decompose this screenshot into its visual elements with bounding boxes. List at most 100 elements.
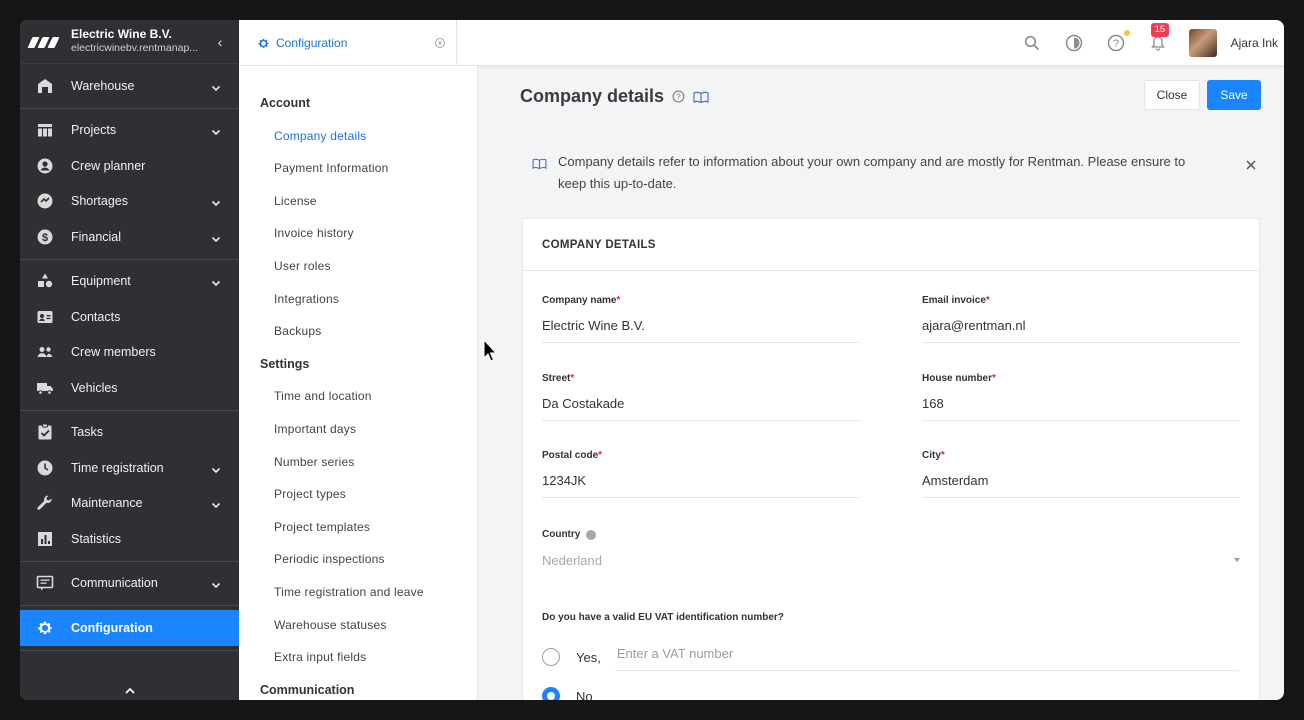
- nav-group: Warehouse: [20, 64, 239, 109]
- chevron-down-icon[interactable]: [211, 578, 221, 589]
- city-field[interactable]: City* Amsterdam: [922, 450, 1240, 498]
- nav-item-contacts[interactable]: Contacts: [20, 299, 239, 335]
- country-field[interactable]: Country Nederland: [542, 529, 1240, 582]
- nav-group: Tasks Time registration Maintenance Statist…: [20, 411, 239, 562]
- nav-item-shortages[interactable]: Shortages: [20, 184, 239, 220]
- nav-item-warehouse[interactable]: Warehouse: [20, 68, 239, 104]
- email-invoice-field[interactable]: Email invoice* ajara@rentman.nl: [922, 295, 1240, 343]
- postal-code-input[interactable]: 1234JK: [542, 472, 860, 498]
- vat-no-option[interactable]: No: [542, 687, 593, 700]
- email-invoice-input[interactable]: ajara@rentman.nl: [922, 317, 1240, 343]
- user-name[interactable]: Ajara Ink: [1231, 36, 1278, 50]
- nav-item-equipment[interactable]: Equipment: [20, 264, 239, 300]
- close-banner-icon[interactable]: [1246, 155, 1256, 177]
- chevron-down-icon[interactable]: [211, 125, 221, 136]
- field-label: City: [922, 450, 941, 461]
- nav-item-configuration[interactable]: Configuration: [20, 610, 239, 646]
- nav-item-label: Shortages: [71, 194, 128, 209]
- svg-text:?: ?: [1113, 38, 1119, 50]
- banner-text: Company details refer to information abo…: [558, 154, 1186, 191]
- company-name-input[interactable]: Electric Wine B.V.: [542, 317, 860, 343]
- config-menu-item-time-registration-and-leave[interactable]: Time registration and leave: [239, 576, 477, 609]
- nav-item-crew-planner[interactable]: Crew planner: [20, 148, 239, 184]
- avatar[interactable]: [1188, 29, 1217, 57]
- book-icon[interactable]: [693, 91, 709, 103]
- nav-item-tasks[interactable]: Tasks: [20, 415, 239, 451]
- config-menu-item-project-templates[interactable]: Project templates: [239, 511, 477, 544]
- help-icon[interactable]: ?: [672, 90, 685, 103]
- gear-icon: [35, 618, 55, 638]
- nav-item-time-registration[interactable]: Time registration: [20, 450, 239, 486]
- chevron-down-icon[interactable]: [211, 463, 221, 473]
- nav-item-label: Tasks: [71, 425, 103, 440]
- chevron-down-icon[interactable]: [211, 232, 221, 242]
- chevron-down-icon[interactable]: [211, 498, 221, 509]
- top-actions: ? 15 Ajara Ink: [1021, 20, 1284, 66]
- close-button[interactable]: Close: [1144, 80, 1200, 110]
- main-navigation: Electric Wine B.V. electricwinebv.rentma…: [20, 20, 239, 700]
- company-name-field[interactable]: Company name* Electric Wine B.V.: [542, 295, 860, 343]
- nav-item-label: Time registration: [71, 460, 164, 475]
- street-input[interactable]: Da Costakade: [542, 395, 860, 421]
- config-menu-item-extra-input-fields[interactable]: Extra input fields: [239, 641, 477, 674]
- config-menu-item-project-types[interactable]: Project types: [239, 478, 477, 511]
- org-name: Electric Wine B.V.: [71, 27, 172, 42]
- country-select[interactable]: Nederland: [542, 552, 1240, 582]
- vat-number-input[interactable]: Enter a VAT number: [614, 643, 1239, 671]
- save-button[interactable]: Save: [1207, 80, 1261, 110]
- gear-icon: [257, 37, 270, 50]
- top-bar: Configuration ? 15 Ajara Ink: [239, 20, 1284, 66]
- city-input[interactable]: Amsterdam: [922, 472, 1240, 498]
- chevron-down-icon[interactable]: [211, 81, 221, 91]
- street-field[interactable]: Street* Da Costakade: [542, 373, 860, 421]
- info-icon[interactable]: [586, 529, 597, 540]
- nav-item-vehicles[interactable]: Vehicles: [20, 370, 239, 406]
- nav-item-label: Warehouse: [71, 78, 135, 93]
- config-menu-item-warehouse-statuses[interactable]: Warehouse statuses: [239, 609, 477, 642]
- house-number-input[interactable]: 168: [922, 395, 1240, 421]
- nav-item-crew-members[interactable]: Crew members: [20, 335, 239, 371]
- chevron-down-icon[interactable]: [211, 276, 221, 287]
- activity-icon[interactable]: [1063, 32, 1085, 54]
- config-menu-item-user-roles[interactable]: User roles: [239, 250, 477, 283]
- nav-item-communication[interactable]: Communication: [20, 566, 239, 602]
- config-menu-item-integrations[interactable]: Integrations: [239, 283, 477, 316]
- section-heading-settings: Settings: [260, 356, 310, 371]
- nav-group: Communication: [20, 562, 239, 606]
- page-title: Company details: [520, 86, 665, 106]
- config-menu-item-company-details[interactable]: Company details: [239, 120, 477, 153]
- radio-yes[interactable]: [542, 648, 560, 666]
- config-menu-item-important-days[interactable]: Important days: [239, 413, 477, 446]
- vat-question: Do you have a valid EU VAT identificatio…: [542, 612, 784, 623]
- close-tab-icon[interactable]: [434, 37, 446, 49]
- chevron-down-icon[interactable]: [211, 196, 221, 207]
- postal-code-field[interactable]: Postal code* 1234JK: [542, 450, 860, 498]
- notifications-icon[interactable]: 15: [1147, 23, 1170, 54]
- config-menu-item-backups[interactable]: Backups: [239, 315, 477, 348]
- config-menu-item-invoice-history[interactable]: Invoice history: [239, 217, 477, 250]
- config-menu-item-payment-information[interactable]: Payment Information: [239, 152, 477, 185]
- help-icon[interactable]: ?: [1105, 30, 1130, 54]
- config-menu-item-number-series[interactable]: Number series: [239, 446, 477, 479]
- tab-configuration[interactable]: Configuration: [239, 20, 457, 66]
- scroll-up-icon[interactable]: [20, 680, 239, 700]
- nav-item-maintenance[interactable]: Maintenance: [20, 486, 239, 522]
- vat-yes-option[interactable]: Yes, Enter a VAT number: [542, 643, 1239, 671]
- config-menu-item-license[interactable]: License: [239, 185, 477, 218]
- nav-item-financial[interactable]: $ Financial: [20, 219, 239, 255]
- collapse-nav-icon[interactable]: ‹: [213, 34, 227, 50]
- field-label: House number: [922, 373, 993, 384]
- config-menu-item-periodic-inspections[interactable]: Periodic inspections: [239, 543, 477, 576]
- svg-text:$: $: [42, 232, 48, 244]
- nav-item-label: Contacts: [71, 309, 121, 324]
- house-number-field[interactable]: House number* 168: [922, 373, 1240, 421]
- org-switcher[interactable]: Electric Wine B.V. electricwinebv.rentma…: [20, 20, 239, 64]
- configuration-menu: Account Company details Payment Informatio…: [239, 66, 478, 700]
- search-icon[interactable]: [1021, 32, 1043, 54]
- nav-item-projects[interactable]: Projects: [20, 113, 239, 149]
- nav-group: Projects Crew planner Shortages $ Financial: [20, 109, 239, 260]
- config-menu-item-time-and-location[interactable]: Time and location: [239, 380, 477, 413]
- radio-no[interactable]: [542, 687, 560, 700]
- radio-yes-label: Yes,: [576, 649, 601, 665]
- nav-item-statistics[interactable]: Statistics: [20, 521, 239, 557]
